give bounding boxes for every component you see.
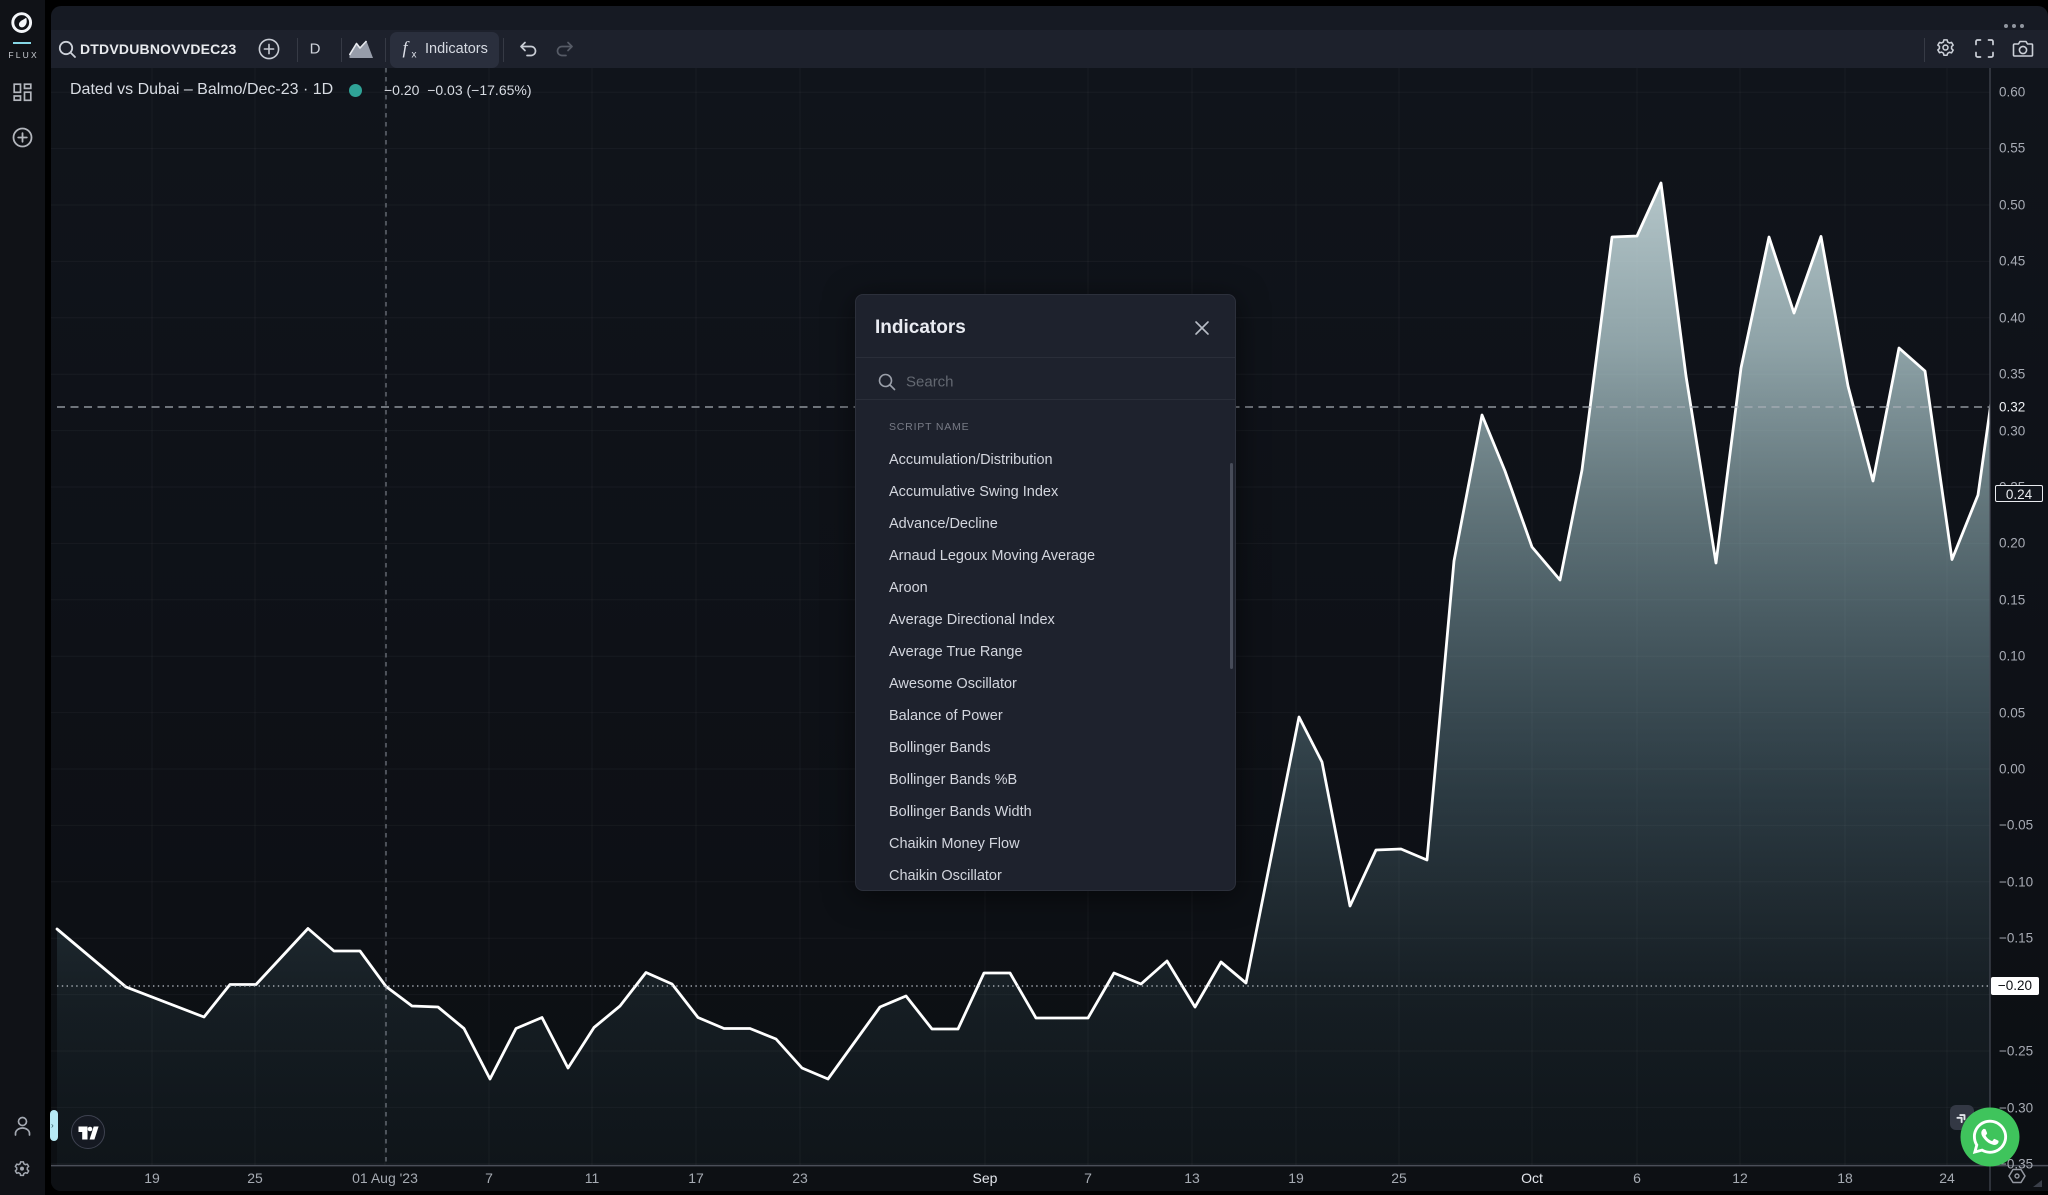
svg-text:x: x [412, 50, 417, 61]
svg-text:f: f [403, 38, 411, 58]
